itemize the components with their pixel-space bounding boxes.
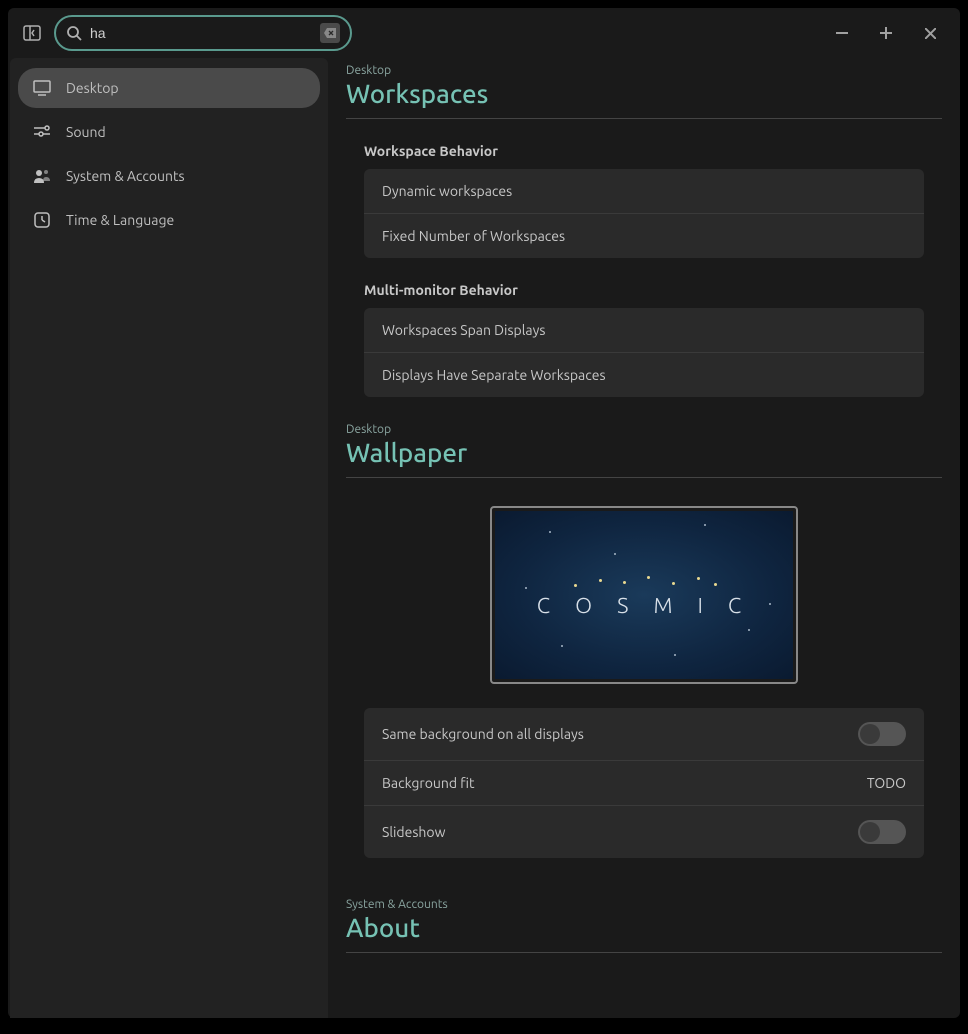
panel-toggle-icon [23,25,41,41]
span-displays-row[interactable]: Workspaces Span Displays [364,308,924,353]
multimonitor-behavior-group: Workspaces Span Displays Displays Have S… [364,308,924,397]
maximize-icon [880,27,892,39]
option-label: Workspaces Span Displays [382,322,545,338]
fixed-workspaces-row[interactable]: Fixed Number of Workspaces [364,214,924,258]
separate-workspaces-row[interactable]: Displays Have Separate Workspaces [364,353,924,397]
backspace-icon [324,28,336,38]
background-fit-row[interactable]: Background fit TODO [364,761,924,806]
wallpaper-text: C O S M I C [537,593,751,618]
sidebar-item-label: System & Accounts [66,168,185,184]
titlebar [8,8,960,58]
sidebar-item-desktop[interactable]: Desktop [18,68,320,108]
clear-search-button[interactable] [320,23,340,43]
toggle-knob [860,724,880,744]
slideshow-row: Slideshow [364,806,924,858]
search-icon [66,25,82,41]
dynamic-workspaces-row[interactable]: Dynamic workspaces [364,169,924,214]
group-heading: Multi-monitor Behavior [364,282,942,298]
sidebar-item-label: Sound [66,124,106,140]
breadcrumb: Desktop [346,423,942,436]
same-background-row: Same background on all displays [364,708,924,761]
constellation-icon [574,573,714,589]
sidebar-item-sound[interactable]: Sound [18,112,320,152]
user-icon [32,166,52,186]
toggle-knob [860,822,880,842]
wallpaper-settings-group: Same background on all displays Backgrou… [364,708,924,858]
sidebar-item-time-language[interactable]: Time & Language [18,200,320,240]
clock-icon [32,210,52,230]
maximize-button[interactable] [876,23,896,43]
sidebar-item-system-accounts[interactable]: System & Accounts [18,156,320,196]
slideshow-toggle[interactable] [858,820,906,844]
minimize-icon [836,32,848,34]
breadcrumb: Desktop [346,64,942,77]
option-label: Dynamic workspaces [382,183,512,199]
sidebar: Desktop Sound [10,58,328,1018]
desktop-icon [32,78,52,98]
panel-toggle-button[interactable] [20,21,44,45]
wallpaper-image: C O S M I C [495,511,793,679]
option-label: Background fit [382,775,475,791]
section-title: Wallpaper [346,438,942,478]
sidebar-item-label: Time & Language [66,212,174,228]
group-heading: Workspace Behavior [364,143,942,159]
section-workspaces: Desktop Workspaces Workspace Behavior Dy… [346,64,942,397]
sidebar-item-label: Desktop [66,80,119,96]
same-background-toggle[interactable] [858,722,906,746]
background-fit-value: TODO [867,775,906,791]
section-about: System & Accounts About [346,898,942,953]
section-wallpaper: Desktop Wallpaper [346,423,942,858]
sound-icon [32,122,52,142]
option-label: Displays Have Separate Workspaces [382,367,606,383]
minimize-button[interactable] [832,23,852,43]
close-button[interactable] [920,23,940,43]
wallpaper-preview[interactable]: C O S M I C [490,506,798,684]
main-content[interactable]: Desktop Workspaces Workspace Behavior Dy… [328,58,960,1018]
option-label: Same background on all displays [382,726,584,742]
window-controls [832,23,948,43]
section-title: About [346,913,942,953]
option-label: Slideshow [382,824,445,840]
section-title: Workspaces [346,79,942,119]
body-area: Desktop Sound [8,58,960,1018]
workspace-behavior-group: Dynamic workspaces Fixed Number of Works… [364,169,924,258]
breadcrumb: System & Accounts [346,898,942,911]
option-label: Fixed Number of Workspaces [382,228,565,244]
search-box[interactable] [54,15,352,51]
settings-window: Desktop Sound [8,8,960,1018]
close-icon [925,28,936,39]
search-input[interactable] [90,25,312,41]
